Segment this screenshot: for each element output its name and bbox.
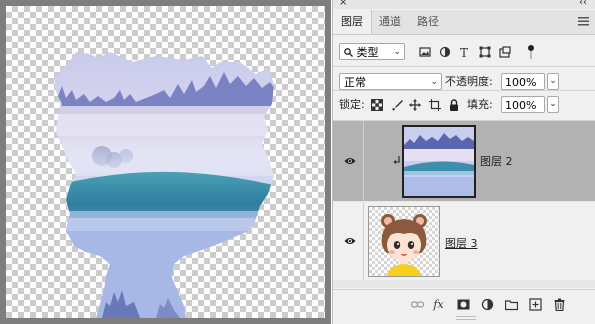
fx-icon[interactable]: fx xyxy=(432,298,445,311)
filter-toggle[interactable] xyxy=(528,45,534,59)
clipped-landscape-artwork xyxy=(54,52,274,318)
layer-thumbnail xyxy=(402,125,476,198)
lock-label: 锁定: xyxy=(339,98,365,111)
shape-filter-icon[interactable] xyxy=(479,46,491,58)
tab-layers[interactable]: 图层 xyxy=(333,10,372,34)
blend-mode-value: 正常 xyxy=(344,76,366,89)
layers-list: 图层 2 图层 3 xyxy=(333,121,595,288)
tab-channels[interactable]: 通道 xyxy=(371,10,409,34)
panel-title-bar: × ‹‹ xyxy=(333,0,595,9)
image-filter-icon[interactable] xyxy=(419,46,431,58)
filter-kind-select[interactable]: 类型 ⌄ xyxy=(339,43,405,60)
lock-artboard-icon[interactable] xyxy=(429,99,441,111)
link-layers-icon[interactable] xyxy=(411,298,424,311)
type-filter-icon[interactable]: T xyxy=(459,46,471,58)
close-icon[interactable]: × xyxy=(339,0,347,9)
layer-row[interactable]: 图层 2 xyxy=(333,121,595,201)
layers-bottom-toolbar: fx xyxy=(333,289,595,320)
layer-name[interactable]: 图层 2 xyxy=(480,153,513,169)
collapse-panel-icon[interactable]: ‹‹ xyxy=(579,0,587,9)
hamburger-menu-icon[interactable] xyxy=(578,15,589,29)
filter-kind-label: 类型 xyxy=(356,46,379,59)
clipping-mask-arrow-icon xyxy=(393,156,400,164)
lock-image-pixels-icon[interactable] xyxy=(391,99,403,111)
adjustment-filter-icon[interactable] xyxy=(439,46,451,58)
panel-resize-grip[interactable] xyxy=(456,316,476,320)
layer-name[interactable]: 图层 3 xyxy=(445,235,478,251)
layers-panel: × ‹‹ 图层 通道 路径 类型 ⌄ T 正常 ⌄ 不透明度: 100% ⌄ 锁… xyxy=(332,0,595,324)
fill-label: 填充: xyxy=(467,98,493,111)
filter-row: 类型 ⌄ T xyxy=(333,37,595,67)
layer-row[interactable]: 图层 3 xyxy=(333,202,595,280)
chevron-down-icon: ⌄ xyxy=(393,47,401,57)
lock-row: 锁定: 填充: 100% ⌄ xyxy=(333,90,595,120)
fill-slider-toggle[interactable]: ⌄ xyxy=(547,96,559,113)
eye-icon[interactable] xyxy=(344,156,356,166)
new-layer-icon[interactable] xyxy=(529,298,542,311)
layer-thumbnail xyxy=(368,206,440,277)
panel-tabs: 图层 通道 路径 xyxy=(333,10,595,35)
tab-paths[interactable]: 路径 xyxy=(409,10,447,34)
new-group-icon[interactable] xyxy=(505,298,518,311)
opacity-input[interactable]: 100% xyxy=(501,73,545,90)
delete-layer-icon[interactable] xyxy=(553,298,566,311)
eye-icon[interactable] xyxy=(344,236,356,246)
svg-text:T: T xyxy=(460,46,468,58)
smart-object-filter-icon[interactable] xyxy=(499,46,511,58)
opacity-slider-toggle[interactable]: ⌄ xyxy=(547,73,559,90)
blend-mode-select[interactable]: 正常 ⌄ xyxy=(339,73,442,90)
chevron-down-icon: ⌄ xyxy=(430,77,438,87)
document-canvas[interactable] xyxy=(6,6,325,318)
lock-transparent-pixels-icon[interactable] xyxy=(371,99,383,111)
adjustment-layer-icon[interactable] xyxy=(481,298,494,311)
opacity-label: 不透明度: xyxy=(445,75,493,88)
lock-all-icon[interactable] xyxy=(448,99,460,111)
add-mask-icon[interactable] xyxy=(457,298,470,311)
lock-position-icon[interactable] xyxy=(409,99,421,111)
fill-input[interactable]: 100% xyxy=(501,96,545,113)
document-canvas-frame xyxy=(0,0,331,324)
search-icon xyxy=(344,48,353,57)
